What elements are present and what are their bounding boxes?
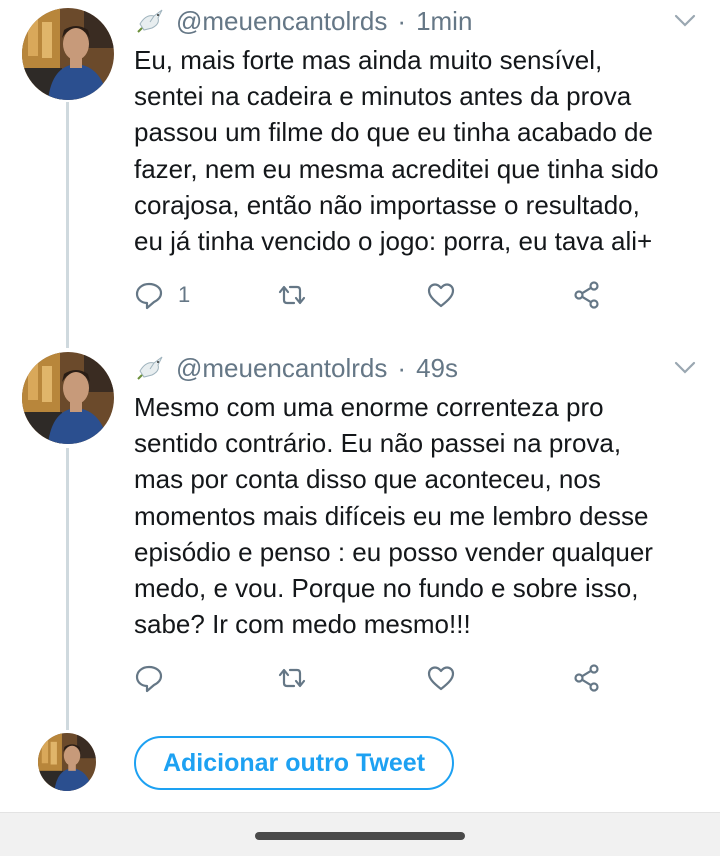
retweet-button[interactable] bbox=[277, 663, 307, 693]
like-button[interactable] bbox=[426, 663, 456, 693]
username-handle[interactable]: @meuencantolrds bbox=[176, 6, 387, 37]
dove-icon bbox=[136, 353, 166, 383]
tweet-text: Eu, mais forte mas ainda muito sensível,… bbox=[134, 45, 659, 257]
share-icon bbox=[574, 281, 599, 309]
retweet-button[interactable] bbox=[277, 280, 307, 310]
home-gesture-pill[interactable] bbox=[255, 832, 465, 840]
add-another-tweet-button[interactable]: Adicionar outro Tweet bbox=[134, 736, 454, 790]
separator-dot: · bbox=[397, 352, 407, 383]
like-icon bbox=[427, 283, 455, 308]
like-icon bbox=[427, 666, 455, 691]
share-button[interactable] bbox=[572, 663, 602, 693]
separator-dot: · bbox=[397, 5, 407, 36]
chevron-down-icon[interactable] bbox=[674, 14, 696, 28]
reply-icon bbox=[135, 665, 163, 693]
tweet-header: @meuencantolrds · 1min bbox=[136, 4, 472, 38]
share-button[interactable] bbox=[572, 280, 602, 310]
like-button[interactable] bbox=[426, 280, 456, 310]
timestamp: 1min bbox=[416, 5, 473, 36]
retweet-icon bbox=[278, 285, 306, 305]
username-handle[interactable]: @meuencantolrds bbox=[176, 353, 387, 384]
thread-line bbox=[66, 448, 69, 730]
system-navigation-bar bbox=[0, 812, 720, 856]
avatar[interactable] bbox=[22, 8, 114, 100]
share-icon bbox=[574, 664, 599, 692]
reply-count: 1 bbox=[178, 282, 191, 307]
tweet-actions: 1 bbox=[134, 280, 614, 314]
thread-composer: @meuencantolrds · 1min Eu, mais forte ma… bbox=[0, 0, 720, 856]
avatar[interactable] bbox=[22, 352, 114, 444]
tweet-header: @meuencantolrds · 49s bbox=[136, 351, 458, 385]
retweet-icon bbox=[278, 668, 306, 688]
tweet-actions bbox=[134, 663, 614, 697]
chevron-down-icon[interactable] bbox=[674, 361, 696, 375]
timestamp: 49s bbox=[416, 352, 458, 383]
tweet-text: Mesmo com uma enorme correnteza pro sent… bbox=[134, 392, 653, 640]
avatar-small bbox=[38, 733, 96, 791]
thread-line bbox=[66, 102, 69, 348]
reply-button[interactable] bbox=[134, 663, 178, 693]
reply-button[interactable]: 1 bbox=[134, 280, 190, 310]
dove-icon bbox=[136, 6, 166, 36]
reply-icon bbox=[135, 282, 163, 310]
